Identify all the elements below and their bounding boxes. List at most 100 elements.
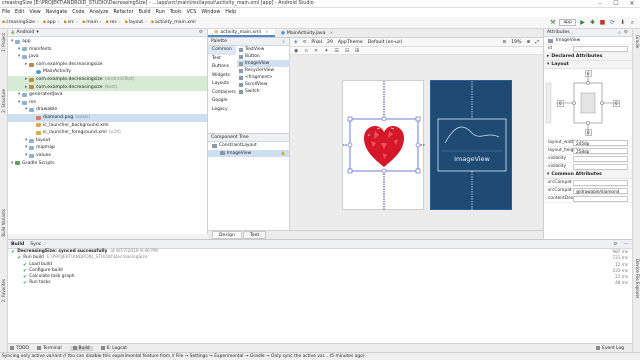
sdk-manager-icon[interactable]: ⬇ — [619, 19, 626, 26]
breadcrumb-item[interactable]: ▪ main › — [82, 20, 101, 25]
eye-icon[interactable]: ◉ — [294, 48, 298, 54]
bottom-tab-6-logcat[interactable]: 6: Logcat — [100, 346, 127, 351]
palette-category[interactable]: Text — [208, 55, 236, 64]
id-field[interactable] — [573, 45, 628, 52]
chevron-down-icon[interactable]: ▾ — [36, 30, 38, 35]
stop-icon[interactable]: ■ — [599, 19, 606, 26]
tree-item[interactable]: ▾ mipmap — [8, 144, 207, 152]
breadcrumb-item[interactable]: ▪ app › — [43, 20, 60, 25]
tab-text[interactable]: Text — [242, 231, 267, 239]
pack-icon[interactable]: ☰ — [334, 48, 338, 54]
magnet-icon[interactable]: ∩ — [304, 48, 308, 54]
menu-file[interactable]: File — [2, 10, 10, 15]
search-icon[interactable]: ⌕ — [629, 19, 636, 26]
palette-category[interactable]: Widgets — [208, 72, 236, 81]
project-view-selector[interactable]: Android — [17, 30, 35, 35]
tree-item[interactable]: ▾ generatedJava — [8, 91, 207, 99]
palette-item[interactable]: Switch — [237, 88, 290, 95]
layout-section[interactable]: ▾ Layout — [544, 61, 632, 69]
menu-run[interactable]: Run — [156, 10, 165, 15]
attribute-value-field[interactable] — [573, 179, 628, 186]
tree-item[interactable]: ▾ layout — [8, 137, 207, 145]
declared-attributes-section[interactable]: ▸ Declared Attributes — [544, 53, 632, 61]
build-variants-tool-tab[interactable]: Build Variants — [1, 209, 7, 237]
tree-item[interactable]: ▾ values — [8, 152, 207, 160]
gear-icon[interactable]: ⚙ — [613, 242, 617, 247]
tree-item[interactable]: ic_launcher_background.xml — [8, 122, 207, 130]
menu-edit[interactable]: Edit — [15, 10, 24, 15]
menu-build[interactable]: Build — [139, 10, 151, 15]
tree-item[interactable]: diamond.png (xxxh) — [8, 113, 207, 122]
breadcrumb-item[interactable]: ▪ creasingSize › — [2, 20, 39, 25]
attribute-value-field[interactable] — [573, 155, 628, 162]
zoom-in-icon[interactable]: ⊕ — [526, 40, 530, 45]
palette-item[interactable]: Button — [237, 53, 290, 60]
palette-category[interactable]: Buttons — [208, 63, 236, 72]
editor-tab[interactable]: ● MainActivity.java × — [275, 29, 339, 37]
anchor-handle[interactable] — [415, 142, 421, 148]
project-tool-tab[interactable]: 1: Project — [1, 33, 7, 52]
align-icon[interactable]: ⊟ — [345, 48, 349, 54]
tab-sync[interactable]: Sync — [30, 242, 41, 247]
structure-tool-tab[interactable]: 2: Structure — [1, 89, 7, 113]
hammer-icon[interactable]: ⚒ — [549, 19, 556, 26]
breadcrumb-item[interactable]: ▪ src › — [63, 20, 78, 25]
menu-window[interactable]: Window — [201, 10, 220, 15]
favorites-tool-tab[interactable]: 2: Favorites — [1, 279, 7, 302]
gradle-tool-tab[interactable]: Gradle — [634, 35, 640, 48]
tree-item[interactable]: ▾ java — [8, 53, 207, 61]
menu-navigate[interactable]: Navigate — [46, 10, 68, 15]
close-icon[interactable]: × — [329, 29, 333, 38]
tab-design[interactable]: Design — [212, 231, 242, 239]
menu-refactor[interactable]: Refactor — [113, 10, 133, 15]
build-output-row[interactable]: ✔ Run tasks 48 ms — [8, 280, 632, 286]
sync-icon[interactable]: ⟳ — [609, 19, 616, 26]
menu-vcs[interactable]: VCS — [187, 10, 197, 15]
resize-handle[interactable] — [347, 168, 353, 174]
warning-icon[interactable]: ▲ — [281, 150, 285, 158]
palette-item[interactable]: RecyclerView — [237, 67, 290, 74]
menu-analyze[interactable]: Analyze — [90, 10, 109, 15]
editor-tab[interactable]: ▣ activity_main.xml × — [208, 29, 275, 37]
palette-item[interactable]: <fragment> — [237, 74, 290, 81]
attribute-value-field[interactable]: 245dp — [573, 139, 628, 146]
tree-item[interactable]: ▾ res — [8, 99, 207, 107]
close-icon[interactable]: × — [265, 28, 269, 37]
theme-select[interactable]: AppTheme — [338, 40, 363, 45]
component-tree-item[interactable]: ImageView ▲ — [208, 149, 289, 158]
event-log-tab[interactable]: Event Log — [596, 346, 624, 351]
palette-category[interactable]: Common — [208, 46, 236, 55]
clear-constraints-icon[interactable]: ✕ — [314, 48, 318, 54]
menu-help[interactable]: Help — [225, 10, 236, 15]
guidelines-icon[interactable]: ⊞ — [355, 48, 359, 54]
search-icon[interactable]: ⌕ — [282, 39, 285, 45]
margin-bottom-value[interactable]: 0 — [585, 129, 592, 136]
margin-left-value[interactable]: 0 — [557, 100, 564, 107]
palette-category[interactable]: Layouts — [208, 80, 236, 89]
menu-tools[interactable]: Tools — [170, 10, 182, 15]
palette-category[interactable]: Containers — [208, 89, 236, 98]
attribute-value-field[interactable]: 258dp — [573, 147, 628, 154]
tree-item[interactable]: ▾ app — [8, 38, 207, 46]
zoom-out-icon[interactable]: ⊖ — [502, 40, 506, 45]
hide-icon[interactable]: — — [623, 242, 628, 247]
resize-handle[interactable] — [415, 168, 421, 174]
margin-right-value[interactable]: 0 — [613, 100, 620, 107]
resize-handle[interactable] — [347, 116, 353, 122]
margin-top-value[interactable]: 0 — [585, 70, 592, 77]
resize-handle[interactable] — [415, 116, 421, 122]
attribute-value-field[interactable]: @drawable/diamond — [573, 187, 628, 194]
tree-item[interactable]: ▾ drawable — [8, 106, 207, 114]
bottom-tab-terminal[interactable]: Terminal — [36, 346, 62, 351]
breadcrumb-item[interactable]: ▪ activity_main.xml — [151, 20, 196, 25]
device-select[interactable]: Pixel — [311, 40, 322, 45]
gear-icon[interactable]: ⚙ — [624, 30, 628, 35]
palette-item[interactable]: ScrollView — [237, 81, 290, 88]
tree-item[interactable]: ic_launcher_foreground.xml (v24) — [8, 129, 207, 137]
bottom-tab-build[interactable]: Build — [69, 345, 93, 351]
attribute-value-field[interactable] — [573, 195, 628, 202]
orientation-icon[interactable]: ⟲ — [303, 40, 307, 45]
anchor-handle[interactable] — [347, 142, 353, 148]
minimize-button[interactable]: – — [592, 0, 608, 8]
infer-constraints-icon[interactable]: ✦ — [324, 48, 328, 54]
